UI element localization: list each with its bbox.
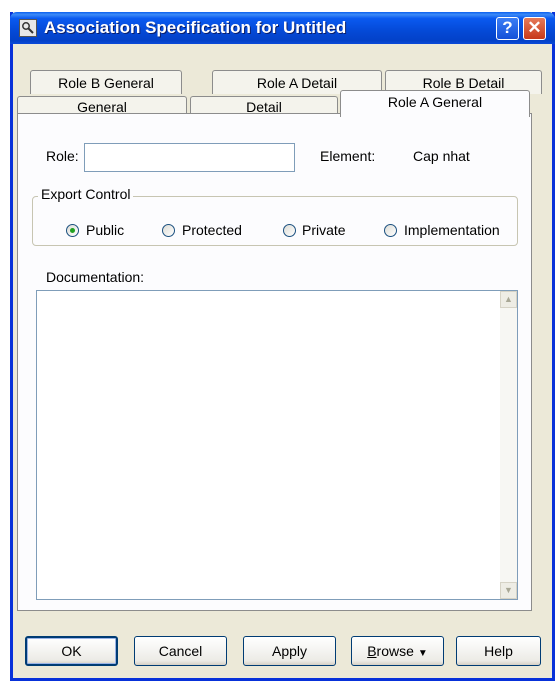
radio-implementation-label[interactable]: Implementation: [404, 222, 500, 238]
radio-protected[interactable]: [162, 224, 175, 237]
tab-role-a-general[interactable]: Role A General: [340, 90, 530, 117]
radio-private[interactable]: [283, 224, 296, 237]
radio-public-label[interactable]: Public: [86, 222, 124, 238]
triangle-down-icon: ▼: [417, 648, 428, 659]
element-value: Cap nhat: [413, 148, 470, 164]
help-title-button[interactable]: ?: [496, 17, 519, 40]
question-icon: ?: [502, 18, 513, 37]
tab-role-b-general[interactable]: Role B General: [30, 70, 182, 94]
magnifier-icon: [19, 19, 37, 37]
title-bar[interactable]: Association Specification for Untitled ?…: [10, 12, 555, 44]
element-label: Element:: [320, 148, 376, 164]
help-button[interactable]: Help: [456, 636, 541, 666]
documentation-label: Documentation:: [46, 269, 145, 285]
radio-public[interactable]: [66, 224, 79, 237]
documentation-scrollbar[interactable]: ▲ ▼: [500, 291, 517, 599]
role-input[interactable]: [84, 143, 295, 172]
ok-button[interactable]: OK: [25, 636, 118, 666]
documentation-textarea[interactable]: ▲ ▼: [36, 290, 518, 600]
chevron-up-icon[interactable]: ▲: [500, 291, 517, 308]
apply-button[interactable]: Apply: [243, 636, 336, 666]
export-control-legend: Export Control: [38, 186, 134, 202]
close-title-button[interactable]: ✕: [523, 17, 546, 40]
browse-accelerator: B: [367, 643, 377, 659]
role-label: Role:: [46, 148, 79, 164]
browse-label: rowse: [376, 643, 414, 659]
radio-protected-label[interactable]: Protected: [182, 222, 242, 238]
window-title: Association Specification for Untitled: [44, 18, 347, 37]
cancel-button[interactable]: Cancel: [134, 636, 227, 666]
browse-button[interactable]: Browse ▼: [351, 636, 444, 666]
chevron-down-icon[interactable]: ▼: [500, 582, 517, 599]
radio-implementation[interactable]: [384, 224, 397, 237]
close-icon: ✕: [527, 18, 542, 37]
radio-private-label[interactable]: Private: [302, 222, 346, 238]
export-control-group: [32, 196, 518, 246]
